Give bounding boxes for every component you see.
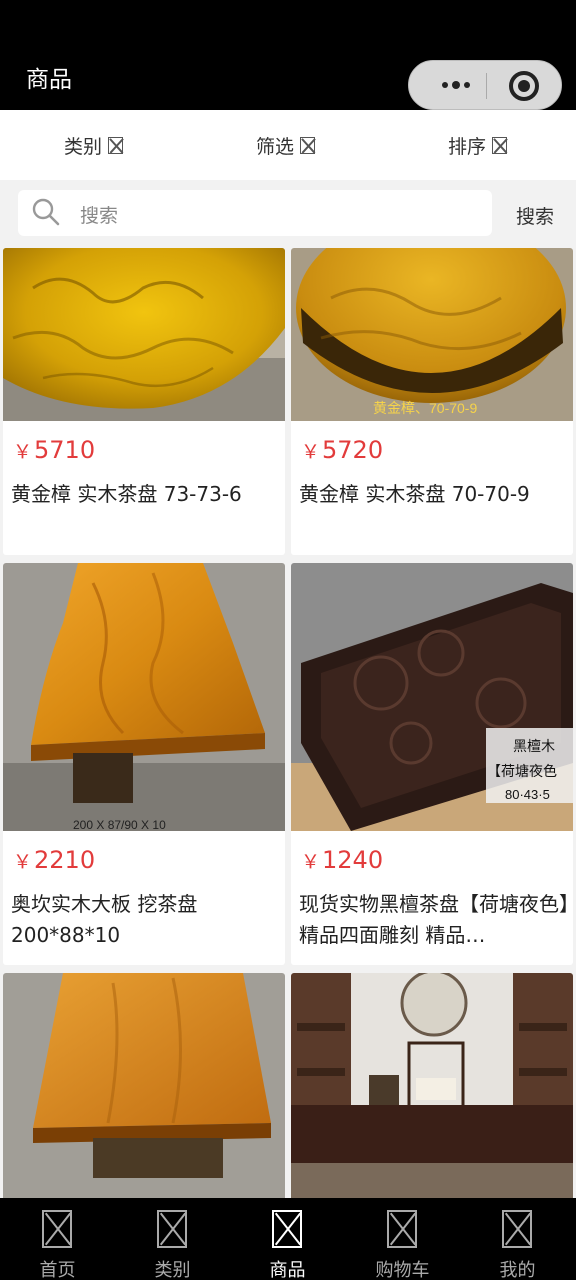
tab-label: 购物车: [375, 1260, 430, 1280]
price-value: 1240: [322, 846, 384, 874]
product-card[interactable]: ￥5710 黄金樟 实木茶盘 73-73-6: [3, 248, 285, 555]
product-image: [3, 248, 285, 421]
home-icon: [42, 1210, 72, 1248]
product-image: 黄金樟、70-70-9: [291, 248, 573, 421]
mini-program-capsule: [408, 60, 562, 110]
currency-symbol: ￥: [301, 441, 321, 463]
tab-cart[interactable]: 购物车: [345, 1198, 460, 1280]
search-icon: [32, 198, 60, 226]
search-row: 搜索 搜索: [0, 180, 576, 248]
tab-label: 我的: [499, 1260, 536, 1280]
search-placeholder: 搜索: [80, 205, 119, 227]
tab-label: 首页: [39, 1260, 76, 1280]
image-caption-line: 【荷塘夜色: [487, 763, 557, 780]
product-name: 黄金樟 实木茶盘 70-70-9: [299, 482, 530, 506]
image-caption-line: 黑檀木: [513, 738, 555, 755]
search-button[interactable]: 搜索: [516, 202, 554, 229]
product-image: [3, 973, 285, 1198]
dropdown-arrow-icon: [300, 136, 316, 154]
top-bar: 商品: [0, 0, 576, 110]
cart-icon: [387, 1210, 417, 1248]
tab-label: 商品: [269, 1260, 306, 1280]
close-mini-program-button[interactable]: [509, 71, 539, 101]
product-grid: ￥5710 黄金樟 实木茶盘 73-73-6 黄金樟、70-70-9 ￥5720…: [0, 248, 576, 1198]
product-price: ￥5710: [13, 436, 95, 464]
category-icon: [157, 1210, 187, 1248]
tab-home[interactable]: 首页: [0, 1198, 115, 1280]
product-image: 黑檀木 【荷塘夜色 80·43·5: [291, 563, 573, 831]
category-filter[interactable]: 类别: [64, 110, 124, 180]
product-price: ￥5720: [301, 436, 383, 464]
product-name: 现货实物黑檀茶盘【荷塘夜色】精品四面雕刻 精品…: [299, 892, 569, 947]
product-card[interactable]: [291, 973, 573, 1198]
filter-dropdown-label: 筛选: [256, 135, 295, 158]
tab-category[interactable]: 类别: [115, 1198, 230, 1280]
product-name: 黄金樟 实木茶盘 73-73-6: [11, 482, 242, 506]
image-caption-line: 80·43·5: [505, 787, 550, 802]
price-value: 2210: [34, 846, 96, 874]
more-menu-button[interactable]: [427, 71, 485, 99]
currency-symbol: ￥: [301, 851, 321, 873]
price-value: 5720: [322, 436, 384, 464]
product-image: [291, 973, 573, 1198]
search-input[interactable]: 搜索: [18, 190, 492, 236]
product-card[interactable]: 200 X 87/90 X 10 ￥2210 奥坎实木大板 挖茶盘 200*88…: [3, 563, 285, 965]
product-image: 200 X 87/90 X 10: [3, 563, 285, 831]
filter-bar: 类别 筛选 排序: [0, 110, 576, 180]
products-icon: [272, 1210, 302, 1248]
sort-dropdown[interactable]: 排序: [448, 110, 508, 180]
product-price: ￥2210: [13, 846, 95, 874]
image-caption: 黄金樟、70-70-9: [373, 400, 477, 416]
dropdown-arrow-icon: [492, 136, 508, 154]
dropdown-arrow-icon: [108, 136, 124, 154]
tab-profile[interactable]: 我的: [460, 1198, 575, 1280]
currency-symbol: ￥: [13, 441, 33, 463]
profile-icon: [502, 1210, 532, 1248]
capsule-divider: [486, 73, 487, 99]
price-value: 5710: [34, 436, 96, 464]
product-name: 奥坎实木大板 挖茶盘 200*88*10: [11, 892, 198, 947]
image-caption: 200 X 87/90 X 10: [73, 818, 166, 831]
page-title: 商品: [26, 67, 72, 93]
tab-products[interactable]: 商品: [230, 1198, 345, 1280]
filter-dropdown[interactable]: 筛选: [256, 110, 316, 180]
bottom-tab-bar: 首页 类别 商品 购物车 我的: [0, 1198, 576, 1280]
sort-dropdown-label: 排序: [448, 135, 487, 158]
more-dot-icon: [442, 82, 448, 88]
tab-label: 类别: [154, 1260, 191, 1280]
currency-symbol: ￥: [13, 851, 33, 873]
product-card[interactable]: [3, 973, 285, 1198]
product-card[interactable]: 黑檀木 【荷塘夜色 80·43·5 ￥1240 现货实物黑檀茶盘【荷塘夜色】精品…: [291, 563, 573, 965]
more-dot-icon: [464, 82, 470, 88]
more-dot-icon: [452, 81, 460, 89]
product-price: ￥1240: [301, 846, 383, 874]
category-filter-label: 类别: [64, 135, 103, 158]
product-card[interactable]: 黄金樟、70-70-9 ￥5720 黄金樟 实木茶盘 70-70-9: [291, 248, 573, 555]
